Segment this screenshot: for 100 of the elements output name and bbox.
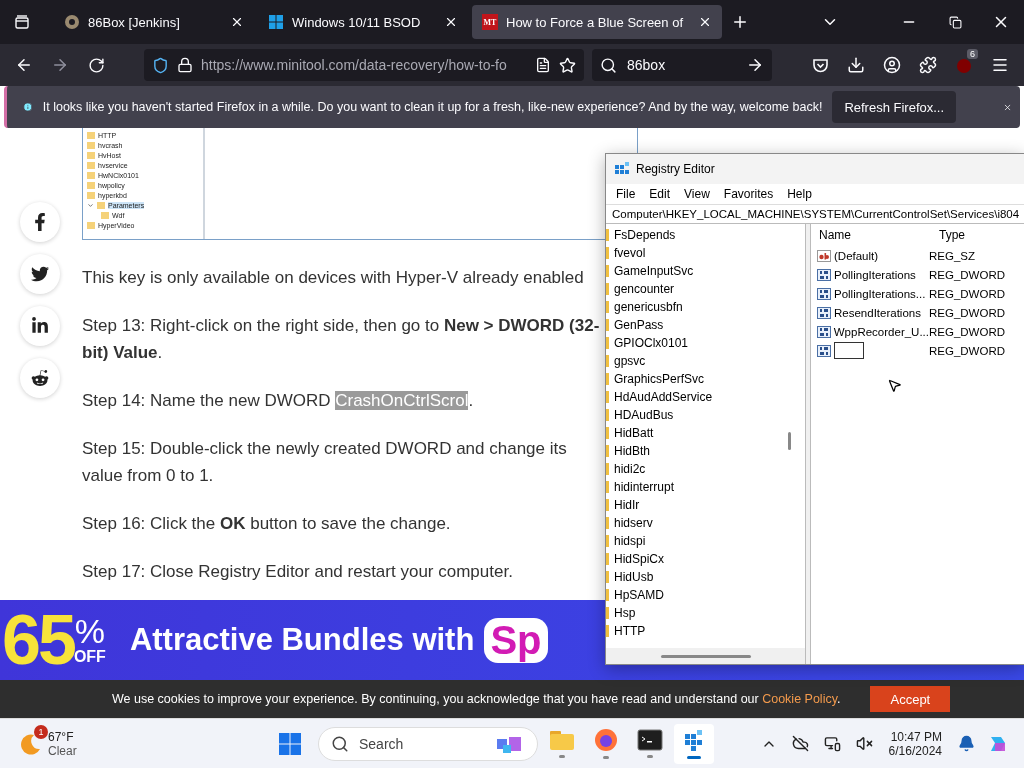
value-type: REG_DWORD: [929, 344, 1006, 357]
cube-grid-icon: [614, 161, 630, 177]
browser-search-field[interactable]: 86box: [592, 49, 772, 81]
folder-icon: [606, 517, 609, 529]
menu-item[interactable]: View: [678, 187, 716, 201]
folder-icon: [606, 409, 609, 421]
tree-item[interactable]: HpSAMD: [614, 588, 664, 602]
browser-tab[interactable]: Windows 10/11 BSOD: [258, 5, 468, 39]
alien-icon: [31, 369, 49, 387]
folder-icon: [606, 337, 609, 349]
menu-item[interactable]: File: [610, 187, 642, 201]
value-type: REG_DWORD: [929, 325, 1006, 338]
tree-item[interactable]: HidSpiCx: [614, 552, 664, 566]
star-icon[interactable]: [559, 56, 576, 74]
tree-item[interactable]: hidi2c: [614, 462, 646, 476]
tree-item[interactable]: gencounter: [614, 282, 675, 296]
accept-button[interactable]: Accept: [870, 686, 951, 712]
scrollbar-thumb[interactable]: [660, 654, 751, 658]
cookie-policy-link[interactable]: Cookie Policy: [762, 692, 837, 706]
taskbar-search-field[interactable]: Search: [318, 726, 538, 761]
tree-item[interactable]: GenPass: [614, 318, 664, 332]
tree-item[interactable]: FsDepends: [614, 228, 676, 242]
share-button[interactable]: [20, 306, 60, 346]
tree-item[interactable]: HidBth: [614, 444, 651, 458]
ad-headline: Attractive Bundles with: [129, 622, 475, 658]
tree-item[interactable]: HidUsb: [614, 570, 654, 584]
tree-item[interactable]: GraphicsPerfSvc: [614, 372, 705, 386]
tree-item[interactable]: genericusbfn: [614, 300, 683, 314]
folder-icon: [549, 729, 575, 751]
share-button[interactable]: [20, 202, 60, 242]
tree-item[interactable]: Hsp: [614, 606, 636, 620]
ad-logo: Sp: [484, 617, 548, 663]
share-button[interactable]: [20, 358, 60, 398]
article-paragraph: Step 13: Right-click on the right side, then go to New > DWORD (32-bit) Value.: [82, 315, 601, 364]
folder-icon: [606, 589, 609, 601]
close-icon[interactable]: [230, 15, 244, 29]
address-field[interactable]: Computer\HKEY_LOCAL_MACHINE\SYSTEM\CurrentControlSet\Services\i804: [606, 204, 1024, 224]
refresh-button[interactable]: Refresh Firefox...: [832, 91, 957, 123]
menu-item[interactable]: Edit: [643, 187, 677, 201]
notification-badge: 1: [34, 724, 48, 739]
folder-icon: [606, 247, 609, 259]
folder-icon: [606, 553, 609, 565]
folder-icon: [606, 625, 609, 637]
value-type: REG_DWORD: [929, 268, 1006, 281]
tree-item[interactable]: hidspi: [614, 534, 646, 548]
gear-icon: [64, 14, 80, 30]
notification-text: It looks like you haven't started Firefox in a while. Do you want to clean it up for a fresh, like-new experience? And by the way, welcome back!: [42, 100, 823, 114]
share-button[interactable]: [20, 254, 60, 294]
address-bar[interactable]: https://www.minitool.com/data-recovery/how-to-fo: [144, 49, 584, 81]
discount-number: 65: [2, 600, 74, 680]
value-type: REG_SZ: [929, 249, 975, 262]
tree-item[interactable]: HidBatt: [614, 426, 654, 440]
binary-value-icon: [817, 268, 831, 281]
name-input-field[interactable]: [834, 342, 864, 359]
article-paragraph: This key is only available on devices with Hyper-V already enabled: [82, 267, 585, 289]
folder-icon: [606, 463, 609, 475]
tree-item[interactable]: HDAudBus: [614, 408, 674, 422]
tree-item[interactable]: HTTP: [614, 624, 646, 638]
folder-icon: [606, 229, 609, 241]
article-paragraph: Step 17: Close Registry Editor and restart your computer.: [82, 561, 514, 583]
browser-tab[interactable]: MT How to Force a Blue Screen of: [472, 5, 722, 39]
circle-icon: [955, 56, 973, 74]
close-icon[interactable]: [698, 15, 712, 29]
folder-icon: [606, 319, 609, 331]
four-squares-icon: [268, 14, 284, 30]
menu-item[interactable]: Help: [781, 187, 818, 201]
folder-icon: [606, 571, 609, 583]
column-header[interactable]: Type: [939, 228, 1009, 242]
folder-icon: [606, 265, 609, 277]
folder-icon: [606, 607, 609, 619]
tree-item[interactable]: HdAudAddService: [614, 390, 713, 404]
tree-item[interactable]: GPIOClx0101: [614, 336, 689, 350]
site-favicon: MT: [482, 14, 498, 30]
browser-tab[interactable]: 86Box [Jenkins]: [54, 5, 254, 39]
value-name: PollingIterations...: [834, 287, 926, 300]
menu-item[interactable]: Favorites: [717, 187, 780, 201]
folder-icon: [606, 391, 609, 403]
tree-item[interactable]: hidinterrupt: [614, 480, 675, 494]
column-header[interactable]: Name: [819, 228, 939, 242]
folder-icon: [606, 499, 609, 511]
clock[interactable]: 10:47 PM 6/16/2024: [888, 729, 942, 758]
tree-item[interactable]: fvevol: [614, 246, 646, 260]
binary-value-icon: [817, 325, 831, 338]
extension-button[interactable]: 6: [948, 49, 980, 81]
close-icon[interactable]: [444, 15, 458, 29]
tree-item[interactable]: HidIr: [614, 498, 640, 512]
arrow-right-icon[interactable]: [746, 56, 764, 74]
folder-icon: [606, 445, 609, 457]
tree-item[interactable]: hidserv: [614, 516, 653, 530]
folder-icon: [606, 283, 609, 295]
value-name: PollingIterations: [834, 268, 916, 281]
scrollbar-thumb[interactable]: [788, 432, 791, 450]
value-name: ResendIterations: [834, 306, 921, 319]
string-value-icon: [817, 249, 831, 262]
lock-icon: [177, 57, 193, 73]
tree-item[interactable]: gpsvc: [614, 354, 646, 368]
folder-icon: [606, 481, 609, 493]
reader-view-icon[interactable]: [535, 57, 551, 73]
terminal-icon: [637, 729, 663, 751]
tree-item[interactable]: GameInputSvc: [614, 264, 694, 278]
